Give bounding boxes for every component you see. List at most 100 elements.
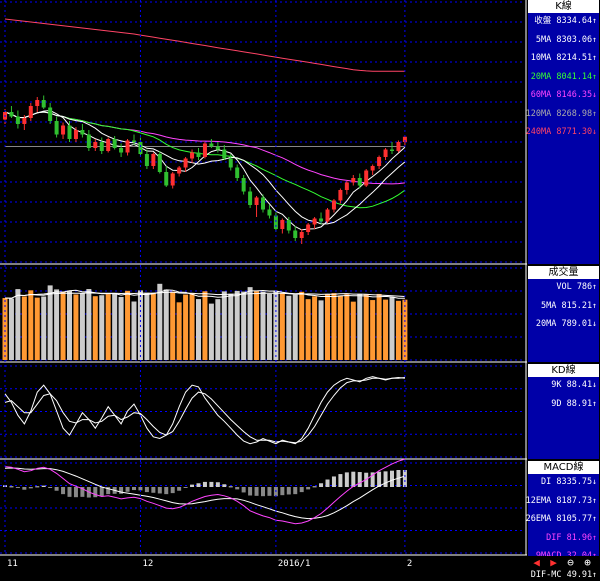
legend-value: 8214.51	[556, 53, 592, 63]
volume-bar	[280, 293, 285, 360]
volume-bar	[267, 294, 272, 360]
candle-body	[313, 219, 317, 225]
macd-histogram-bar	[300, 487, 304, 492]
macd-histogram-bar	[403, 470, 407, 487]
macd-histogram-bar	[68, 487, 72, 497]
macd-histogram-bar	[229, 486, 233, 487]
candle-body	[377, 157, 381, 166]
macd-histogram-bar	[235, 487, 239, 489]
macd-histogram-bar	[222, 484, 226, 487]
volume-bar	[196, 299, 201, 360]
candle-body	[242, 178, 246, 192]
volume-bar	[228, 294, 233, 360]
volume-bar	[351, 302, 356, 360]
macd-histogram-bar	[242, 487, 246, 492]
candle-body	[255, 198, 259, 206]
legend-arrow: ↓	[592, 90, 597, 99]
macd-title: MACD線	[528, 461, 599, 474]
candle-body	[248, 192, 252, 206]
macd-histogram-bar	[42, 486, 46, 487]
volume-bar	[235, 291, 240, 360]
legend-arrow: ↑	[592, 533, 597, 542]
candle-body	[326, 210, 330, 222]
volume-bar	[41, 297, 46, 360]
legend-label: 60MA	[531, 90, 557, 100]
candle-body	[209, 144, 213, 147]
zoom-in-icon[interactable]: ⊕	[579, 556, 596, 569]
macd-legend-row: DIF-MC 49.91↑	[531, 569, 597, 581]
k-line-legend: K線 收盤 8334.64↑5MA 8303.06↑10MA 8214.51↑2…	[528, 0, 599, 264]
k-legend-row: 收盤 8334.64↑	[534, 15, 597, 27]
candle-body	[364, 171, 368, 186]
x-tick-label: 12	[142, 559, 153, 569]
volume-bar	[93, 296, 98, 360]
candle-body	[338, 190, 342, 201]
k-legend-row: 120MA 8268.98↑	[526, 108, 597, 120]
legend-value: 49.91	[567, 570, 593, 580]
candle-body	[16, 117, 20, 125]
candle-body	[267, 210, 271, 216]
volume-title: 成交量	[528, 266, 599, 279]
candle-body	[61, 126, 65, 135]
macd-histogram-bar	[293, 487, 297, 494]
volume-bar	[112, 293, 117, 360]
arrow-right-icon[interactable]: ▶	[545, 556, 562, 569]
macd-histogram-bar	[319, 483, 323, 487]
macd-histogram-bar	[93, 487, 97, 497]
volume-bar	[215, 299, 220, 360]
legend-arrow: ↓	[592, 477, 597, 486]
volume-bar	[357, 294, 362, 360]
macd-histogram-bar	[345, 472, 349, 487]
volume-bar	[396, 301, 401, 360]
volume-bar	[35, 298, 40, 360]
zoom-out-icon[interactable]: ⊖	[562, 556, 579, 569]
candle-body	[396, 142, 400, 151]
candle-body	[138, 142, 142, 154]
candle-body	[145, 154, 149, 166]
volume-bar	[80, 293, 85, 360]
volume-bar	[390, 297, 395, 360]
candle-body	[293, 231, 297, 239]
stock-chart: 11122016/12	[0, 0, 527, 569]
macd-histogram-bar	[126, 487, 130, 492]
legend-arrow: ↑	[592, 570, 597, 579]
legend-arrow: ↑	[592, 399, 597, 408]
candle-body	[132, 141, 136, 143]
legend-arrow: ↓	[592, 127, 597, 136]
macd-histogram-bar	[61, 487, 65, 494]
volume-bar	[241, 292, 246, 360]
chart-toolbar: ◀▶⊖⊕	[528, 556, 600, 569]
arrow-left-icon[interactable]: ◀	[528, 556, 545, 569]
volume-bar	[151, 293, 156, 360]
k-line-title: K線	[528, 0, 599, 13]
macd-legend-row: 26EMA 8105.77↑	[526, 513, 597, 525]
macd-histogram-bar	[100, 487, 104, 497]
candle-body	[319, 219, 323, 222]
macd-histogram-bar	[177, 487, 181, 491]
macd-histogram-bar	[390, 471, 394, 487]
legend-arrow: ↑	[592, 72, 597, 81]
macd-histogram-bar	[248, 487, 252, 496]
legend-arrow: ↑	[592, 514, 597, 523]
macd-histogram-bar	[151, 487, 155, 493]
volume-bar	[164, 289, 169, 360]
candle-body	[55, 121, 59, 135]
macd-histogram-bar	[338, 474, 342, 487]
legend-value: 8771.30	[556, 127, 592, 137]
volume-bar	[86, 289, 91, 360]
macd-histogram-bar	[280, 487, 284, 495]
k-legend-row: 5MA 8303.06↑	[536, 34, 597, 46]
macd-histogram-bar	[16, 487, 20, 488]
k-legend-row: 60MA 8146.35↓	[531, 89, 597, 101]
volume-bar	[344, 294, 349, 360]
volume-bar	[383, 300, 388, 360]
legend-label: DIF	[546, 533, 566, 543]
candle-body	[119, 148, 123, 153]
legend-arrow: ↑	[592, 109, 597, 118]
kd-legend-row: 9D 88.91↑	[551, 398, 597, 410]
candle-body	[332, 201, 336, 210]
volume-bar	[22, 296, 27, 360]
volume-legend: 成交量 VOL 786↑5MA 815.21↑20MA 789.01↓	[528, 266, 599, 362]
candle-body	[184, 159, 188, 168]
kd-legend: KD線 9K 88.41↓9D 88.91↑	[528, 364, 599, 459]
